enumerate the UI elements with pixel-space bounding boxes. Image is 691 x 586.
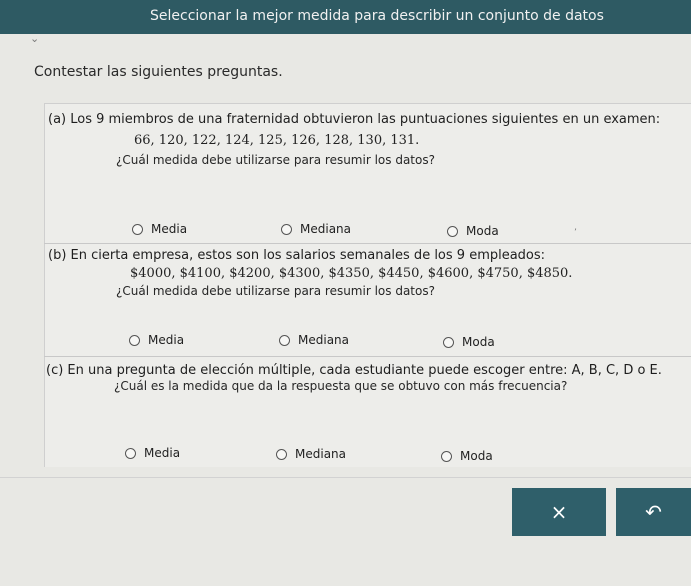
question-a-option-mediana[interactable]: Mediana xyxy=(281,222,351,236)
question-a-label: (a) Los 9 miembros de una fraternidad ob… xyxy=(48,112,661,127)
divider xyxy=(0,477,691,478)
question-a-option-media[interactable]: Media xyxy=(132,222,187,236)
question-a-ask: ¿Cuál medida debe utilizarse para resumi… xyxy=(116,153,435,167)
question-b-data: $4000, $4100, $4200, $4300, $4350, $4450… xyxy=(130,266,573,281)
question-c-ask: ¿Cuál es la medida que da la respuesta q… xyxy=(114,379,568,393)
cursor-mark-icon: ’ xyxy=(574,228,577,238)
divider xyxy=(44,356,691,357)
question-b-ask: ¿Cuál medida debe utilizarse para resumi… xyxy=(116,284,435,298)
question-c-option-media[interactable]: Media xyxy=(125,446,180,460)
chevron-down-icon[interactable]: ⌄ xyxy=(30,33,44,44)
question-a-option-moda[interactable]: Moda xyxy=(447,224,499,238)
divider xyxy=(44,243,691,244)
radio-circle-icon[interactable] xyxy=(125,447,136,459)
question-b-option-media[interactable]: Media xyxy=(129,333,184,347)
radio-circle-icon[interactable] xyxy=(441,450,452,462)
header-bar: Seleccionar la mejor medida para describ… xyxy=(0,0,691,34)
question-b-option-moda[interactable]: Moda xyxy=(443,335,495,349)
question-a-data: 66, 120, 122, 124, 125, 126, 128, 130, 1… xyxy=(134,133,420,148)
question-c-option-moda[interactable]: Moda xyxy=(441,449,493,463)
question-b-option-mediana[interactable]: Mediana xyxy=(279,333,349,347)
radio-circle-icon[interactable] xyxy=(443,336,454,348)
radio-circle-icon[interactable] xyxy=(281,223,292,235)
question-b-label: (b) En cierta empresa, estos son los sal… xyxy=(48,248,546,263)
radio-circle-icon[interactable] xyxy=(129,334,140,346)
radio-circle-icon[interactable] xyxy=(276,448,287,460)
radio-circle-icon[interactable] xyxy=(132,223,143,235)
question-c-option-mediana[interactable]: Mediana xyxy=(276,447,346,461)
clear-button[interactable]: × xyxy=(512,488,606,536)
undo-button[interactable]: ↶ xyxy=(616,488,691,536)
radio-circle-icon[interactable] xyxy=(279,334,290,346)
instructions-text: Contestar las siguientes preguntas. xyxy=(34,64,283,80)
question-c-label: (c) En una pregunta de elección múltiple… xyxy=(46,363,662,378)
close-icon: × xyxy=(550,500,568,524)
page-title: Seleccionar la mejor medida para describ… xyxy=(150,8,604,24)
radio-circle-icon[interactable] xyxy=(447,225,458,237)
undo-icon: ↶ xyxy=(645,500,662,524)
